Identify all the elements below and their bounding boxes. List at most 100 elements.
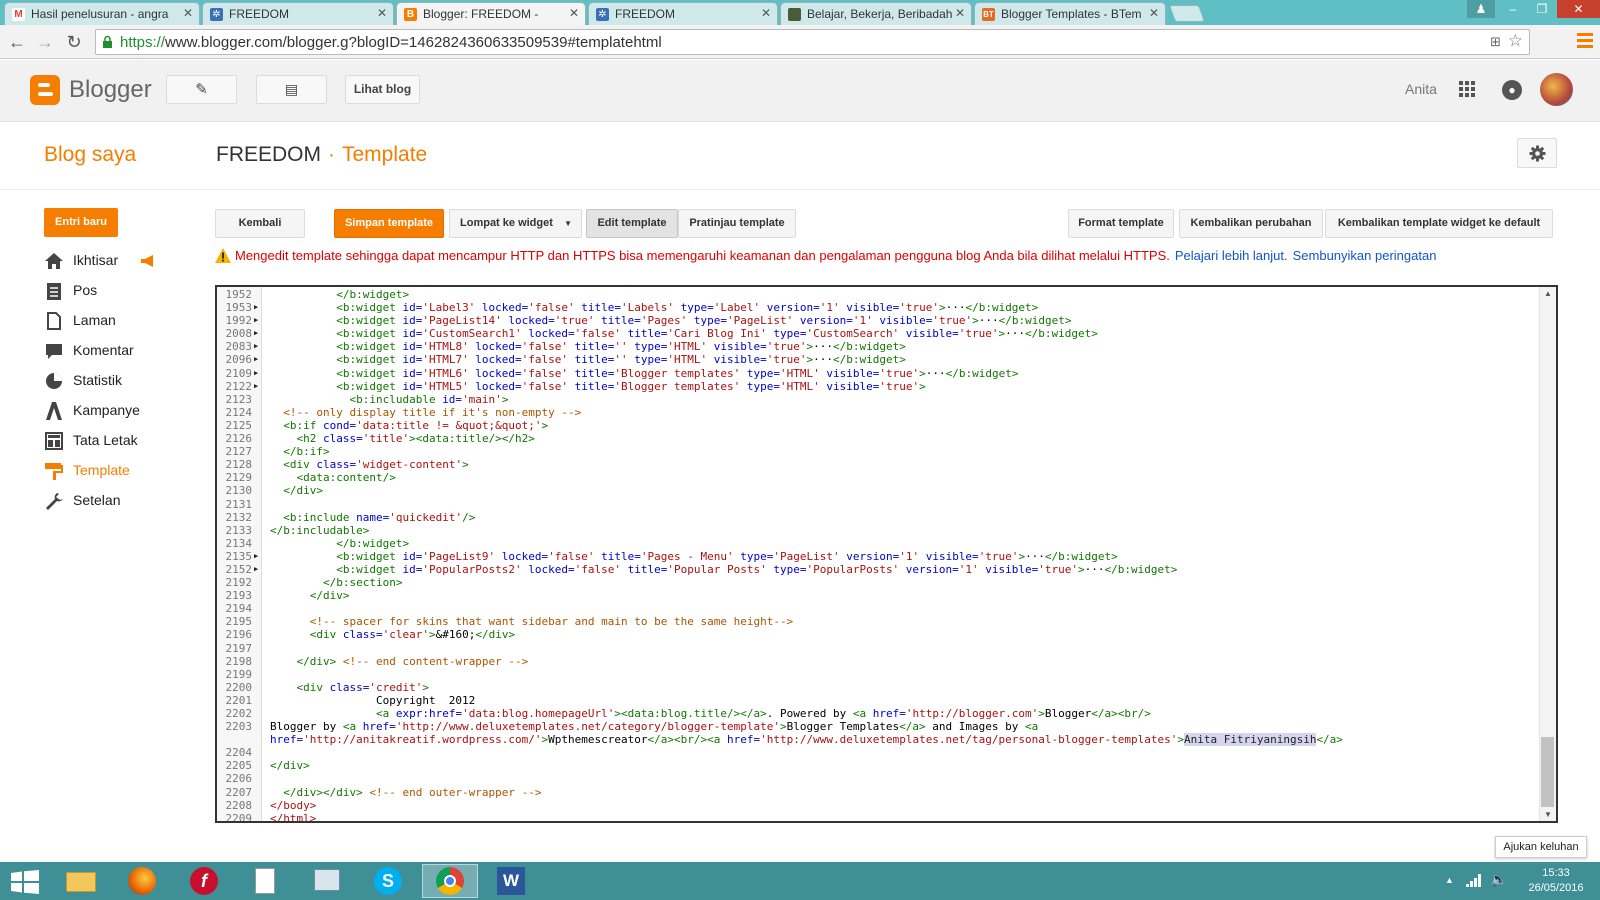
learn-more-link[interactable]: Pelajari lebih lanjut. [1175, 248, 1288, 263]
code-token: > [428, 628, 436, 642]
browser-tab[interactable]: ✲ FREEDOM ✕ [202, 2, 394, 25]
sidebar-item-posts[interactable]: Pos [44, 280, 204, 302]
fold-arrow-icon[interactable]: ▶ [254, 353, 258, 366]
gear-icon [1529, 145, 1546, 162]
chrome-icon[interactable] [422, 864, 478, 898]
reload-icon[interactable]: ↻ [62, 30, 86, 54]
network-icon[interactable] [1466, 874, 1482, 887]
file-icon[interactable] [238, 864, 294, 898]
avatar[interactable] [1540, 73, 1573, 106]
code-token: type= [627, 340, 668, 354]
blog-name[interactable]: FREEDOM [216, 143, 321, 166]
new-tab-button[interactable] [1168, 5, 1206, 22]
new-post-pencil-button[interactable]: ✎ [166, 75, 237, 104]
maximize-icon[interactable]: ❐ [1528, 0, 1556, 18]
code-text: </div> [270, 589, 350, 602]
address-bar[interactable]: https://www.blogger.com/blogger.g?blogID… [95, 29, 1530, 55]
browser-tab[interactable]: M Hasil penelusuran - angra ✕ [4, 2, 200, 25]
settings-button[interactable] [1517, 138, 1557, 168]
close-icon[interactable]: ✕ [183, 6, 193, 20]
explorer-icon[interactable] [53, 864, 109, 898]
fold-arrow-icon[interactable]: ▶ [254, 367, 258, 380]
sidebar-item-campaigns[interactable]: Kampanye [44, 400, 204, 422]
close-icon[interactable]: ✕ [377, 6, 387, 20]
fold-arrow-icon[interactable]: ▶ [254, 340, 258, 353]
code-token: </div> [475, 628, 516, 642]
save-template-button[interactable]: Simpan template [334, 209, 444, 238]
line-number: 2195 [225, 615, 253, 629]
tray-expand-icon[interactable]: ▲ [1445, 875, 1454, 885]
edit-template-button[interactable]: Edit template [586, 209, 678, 238]
my-blogs-link[interactable]: Blog saya [44, 143, 136, 167]
volume-icon[interactable]: 🔈 [1490, 871, 1507, 888]
back-button[interactable]: Kembali [215, 209, 305, 238]
fold-arrow-icon[interactable]: ▶ [254, 563, 258, 576]
forward-icon[interactable]: → [33, 30, 57, 54]
revert-changes-button[interactable]: Kembalikan perubahan [1179, 209, 1323, 238]
code-token: type= [766, 562, 807, 576]
fold-arrow-icon[interactable]: ▶ [254, 550, 258, 563]
word-icon[interactable]: W [484, 864, 540, 898]
template-code-editor[interactable]: 1952 </b:widget> 1953 ▶ <b:widget id='Labe… [215, 285, 1558, 823]
brand-name[interactable]: Blogger [69, 76, 152, 104]
code-token: 'Blogger templates' [614, 366, 741, 380]
code-token: 'http://www.deluxetemplates.net/category… [395, 720, 780, 734]
browser-tab[interactable]: BT Blogger Templates - BTem ✕ [974, 2, 1166, 25]
star-icon[interactable]: ☆ [1508, 31, 1523, 51]
apps-grid-icon[interactable] [1459, 81, 1476, 98]
sidebar-item-comments[interactable]: Komentar [44, 340, 204, 362]
view-blog-button[interactable]: Lihat blog [345, 75, 420, 104]
flash-icon[interactable]: f [177, 864, 233, 898]
code-token: type= [740, 366, 780, 380]
fold-arrow-icon[interactable]: ▶ [254, 314, 258, 327]
fold-arrow-icon[interactable]: ▶ [254, 301, 258, 314]
sidebar-item-layout[interactable]: Tata Letak [44, 430, 204, 452]
format-template-button[interactable]: Format template [1068, 209, 1174, 238]
revert-widgets-button[interactable]: Kembalikan template widget ke default [1325, 209, 1553, 238]
tool-icon[interactable] [300, 864, 356, 898]
code-token: '' [614, 340, 628, 354]
hide-warning-link[interactable]: Sembunyikan peringatan [1293, 248, 1437, 263]
username[interactable]: Anita [1405, 81, 1437, 97]
scroll-down-icon[interactable]: ▼ [1544, 810, 1552, 819]
skype-icon[interactable]: S [361, 864, 417, 898]
preview-template-button[interactable]: Pratinjau template [678, 209, 796, 238]
close-icon[interactable]: ✕ [1149, 6, 1159, 20]
menu-icon[interactable] [1577, 33, 1593, 48]
back-icon[interactable]: ← [5, 30, 29, 54]
notifications-icon[interactable]: ● [1502, 80, 1522, 100]
scroll-up-icon[interactable]: ▲ [1544, 289, 1552, 298]
minimize-icon[interactable]: – [1499, 0, 1527, 18]
fold-arrow-icon[interactable]: ▶ [254, 327, 258, 340]
translate-icon[interactable]: ⊞ [1490, 34, 1501, 50]
sidebar-item-overview[interactable]: Ikhtisar [44, 250, 204, 272]
url-path: www.blogger.com/blogger.g?blogID=1462824… [165, 34, 662, 51]
window-close-icon[interactable]: ✕ [1557, 0, 1600, 18]
system-clock[interactable]: 15:33 26/05/2016 [1516, 866, 1596, 896]
close-icon[interactable]: ✕ [955, 6, 965, 20]
code-token: <b:widget [270, 314, 403, 328]
firefox-icon[interactable] [115, 864, 171, 898]
comment-icon [46, 344, 62, 359]
sidebar-item-stats[interactable]: Statistik [44, 370, 204, 392]
new-post-button[interactable]: Entri baru [44, 208, 118, 237]
jump-to-widget-dropdown[interactable]: Lompat ke widget ▼ [449, 209, 582, 238]
sidebar-item-template[interactable]: Template [44, 460, 204, 482]
browser-tab[interactable]: ✲ FREEDOM ✕ [588, 2, 778, 25]
close-icon[interactable]: ✕ [761, 6, 771, 20]
start-icon[interactable] [11, 870, 39, 894]
user-icon[interactable]: ♟ [1467, 0, 1495, 18]
posts-list-button[interactable]: ▤ [256, 75, 327, 104]
browser-tab-active[interactable]: B Blogger: FREEDOM - ✕ [396, 2, 586, 25]
sidebar-item-settings[interactable]: Setelan [44, 490, 204, 512]
feedback-button[interactable]: Ajukan keluhan [1495, 836, 1587, 858]
blogger-logo-icon[interactable] [30, 75, 60, 105]
scrollbar-thumb[interactable] [1541, 737, 1554, 807]
editor-scrollbar[interactable]: ▲ ▼ [1539, 287, 1556, 821]
code-token: 'HTML' [667, 340, 708, 354]
browser-tab[interactable]: Belajar, Bekerja, Beribadah ✕ [780, 2, 972, 25]
close-icon[interactable]: ✕ [569, 6, 579, 20]
fold-arrow-icon[interactable]: ▶ [254, 380, 258, 393]
code-token: 'Pages - Menu' [640, 549, 734, 563]
sidebar-item-pages[interactable]: Laman [44, 310, 204, 332]
